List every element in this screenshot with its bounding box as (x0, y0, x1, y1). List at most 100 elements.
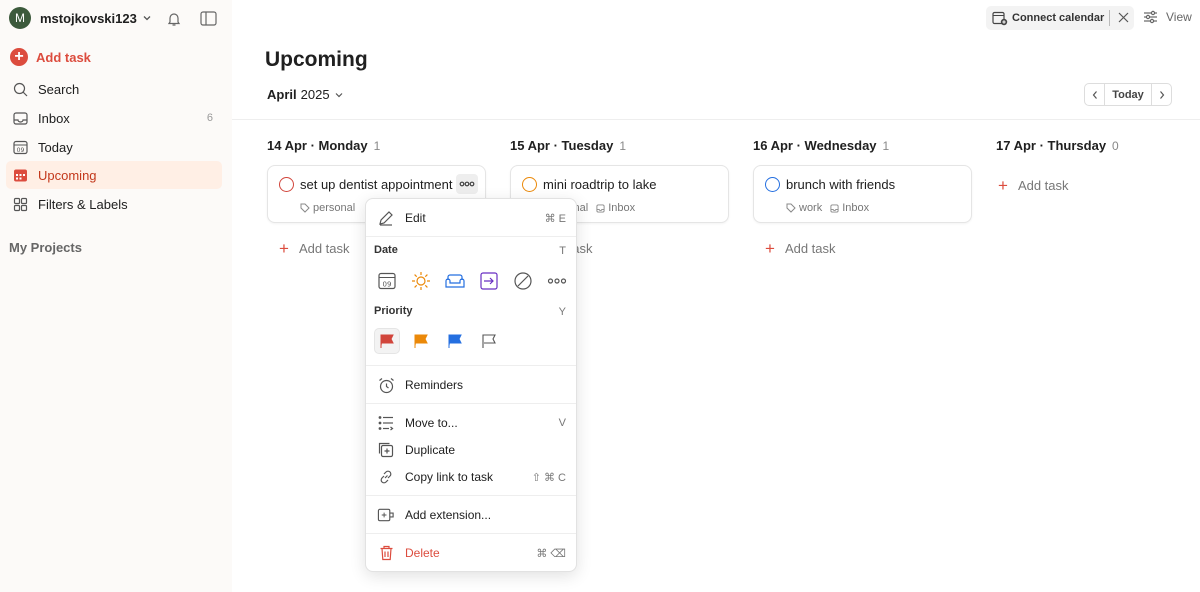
extension-icon (377, 506, 395, 524)
list-move-icon (377, 414, 395, 432)
task-context-menu: Edit ⌘ E Date T 09 Priority Y Reminders … (365, 198, 577, 572)
sidebar: M mstojkovski123 + Add task Search Inbox… (0, 0, 232, 592)
menu-item-move-to[interactable]: Move to... V (366, 411, 576, 435)
sidebar-item-filters-labels[interactable]: Filters & Labels (6, 190, 222, 218)
menu-item-delete[interactable]: Delete ⌘ ⌫ (366, 541, 576, 565)
my-projects-heading[interactable]: My Projects (9, 240, 82, 255)
username: mstojkovski123 (40, 10, 137, 26)
priority-section-label: Priority (374, 305, 413, 317)
sofa-icon[interactable] (442, 268, 468, 294)
view-button[interactable]: View (1143, 10, 1192, 24)
task-meta: work Inbox (786, 202, 869, 214)
sidebar-item-search[interactable]: Search (6, 75, 222, 103)
task-title: mini roadtrip to lake (543, 177, 657, 192)
sun-icon[interactable] (408, 268, 434, 294)
grid-icon (12, 196, 28, 212)
add-task-button[interactable]: + Add task (279, 240, 350, 257)
ellipsis-icon[interactable] (544, 268, 570, 294)
flag-p3-icon[interactable] (442, 328, 468, 354)
menu-shortcut: ⌘ E (544, 212, 566, 225)
day-header: 17 Apr · Thursday 0 (996, 138, 1119, 153)
menu-item-label: Reminders (405, 378, 464, 392)
plus-icon: + (279, 239, 289, 258)
page-title: Upcoming (265, 48, 368, 71)
today-button[interactable]: Today (1105, 89, 1151, 101)
task-project: Inbox (608, 202, 636, 214)
task-checkbox[interactable] (522, 177, 537, 192)
chevron-left-icon (1092, 90, 1097, 99)
day-date: 15 Apr · Tuesday (510, 138, 614, 153)
year-label: 2025 (300, 87, 330, 102)
flag-p4-icon[interactable] (476, 328, 502, 354)
connect-calendar-label: Connect calendar (1012, 12, 1105, 24)
divider (366, 533, 576, 534)
user-menu[interactable]: M mstojkovski123 (9, 7, 152, 29)
menu-item-add-extension[interactable]: Add extension... (366, 503, 576, 527)
task-project: Inbox (842, 202, 870, 214)
sidebar-item-label: Search (38, 81, 80, 97)
date-shortcut: T (559, 245, 566, 257)
no-date-icon[interactable] (510, 268, 536, 294)
inbox-icon (12, 110, 28, 126)
arrow-right-box-icon[interactable] (476, 268, 502, 294)
month-picker[interactable]: April 2025 (267, 87, 344, 102)
add-task-label: Add task (298, 241, 350, 256)
add-task-button[interactable]: + Add task (10, 48, 91, 66)
calendar-today-icon: 09 (12, 139, 28, 155)
next-week-button[interactable] (1151, 84, 1171, 105)
avatar: M (9, 7, 31, 29)
task-checkbox[interactable] (279, 177, 294, 192)
svg-text:09: 09 (16, 147, 24, 154)
divider (366, 236, 576, 237)
day-header: 14 Apr · Monday 1 (267, 138, 380, 153)
sidebar-toggle-icon[interactable] (200, 11, 217, 26)
alarm-clock-icon (377, 376, 395, 394)
sidebar-item-inbox[interactable]: Inbox 6 (6, 104, 222, 132)
plus-icon: + (10, 48, 28, 66)
menu-item-label: Edit (405, 211, 426, 225)
task-label: work (799, 202, 823, 214)
tag-icon (786, 203, 796, 213)
menu-item-reminders[interactable]: Reminders (366, 373, 576, 397)
close-icon[interactable] (1116, 10, 1131, 25)
task-title: brunch with friends (786, 177, 896, 192)
menu-shortcut: V (558, 417, 566, 429)
task-checkbox[interactable] (765, 177, 780, 192)
sliders-icon (1144, 10, 1157, 24)
more-options-button[interactable] (456, 174, 478, 194)
menu-item-copy-link[interactable]: Copy link to task ⇧ ⌘ C (366, 465, 576, 489)
day-date: 17 Apr · Thursday (996, 138, 1107, 153)
bell-icon[interactable] (166, 11, 182, 27)
calendar-today-icon[interactable]: 09 (374, 268, 400, 294)
connect-calendar-button[interactable]: Connect calendar (986, 6, 1134, 30)
menu-item-label: Add extension... (405, 508, 492, 522)
sidebar-item-upcoming[interactable]: Upcoming (6, 161, 222, 189)
menu-item-label: Copy link to task (405, 470, 494, 484)
menu-item-edit[interactable]: Edit ⌘ E (366, 206, 576, 230)
day-header: 16 Apr · Wednesday 1 (753, 138, 889, 153)
day-date: 14 Apr · Monday (267, 138, 368, 153)
previous-week-button[interactable] (1085, 84, 1105, 105)
view-label: View (1166, 10, 1192, 24)
menu-shortcut: ⌘ ⌫ (536, 547, 566, 560)
inbox-icon (596, 203, 605, 213)
sidebar-item-today[interactable]: 09 Today (6, 133, 222, 161)
plus-icon: + (998, 176, 1008, 195)
priority-options (374, 328, 510, 354)
divider (1109, 10, 1110, 26)
add-task-button[interactable]: + Add task (765, 240, 836, 257)
flag-p2-icon[interactable] (408, 328, 434, 354)
calendar-upcoming-icon (12, 167, 28, 183)
chevron-down-icon (335, 92, 342, 97)
add-task-button[interactable]: + Add task (998, 177, 1069, 194)
day-count: 1 (619, 139, 626, 153)
menu-shortcut: ⇧ ⌘ C (531, 471, 566, 484)
sidebar-item-label: Filters & Labels (38, 196, 128, 212)
task-card[interactable]: brunch with friends work Inbox (753, 165, 972, 223)
flag-p1-icon[interactable] (374, 328, 400, 354)
menu-item-duplicate[interactable]: Duplicate (366, 438, 576, 462)
menu-item-label: Move to... (405, 416, 458, 430)
add-task-label: Add task (36, 49, 91, 65)
priority-shortcut: Y (558, 306, 566, 318)
sidebar-item-label: Inbox (38, 110, 70, 126)
